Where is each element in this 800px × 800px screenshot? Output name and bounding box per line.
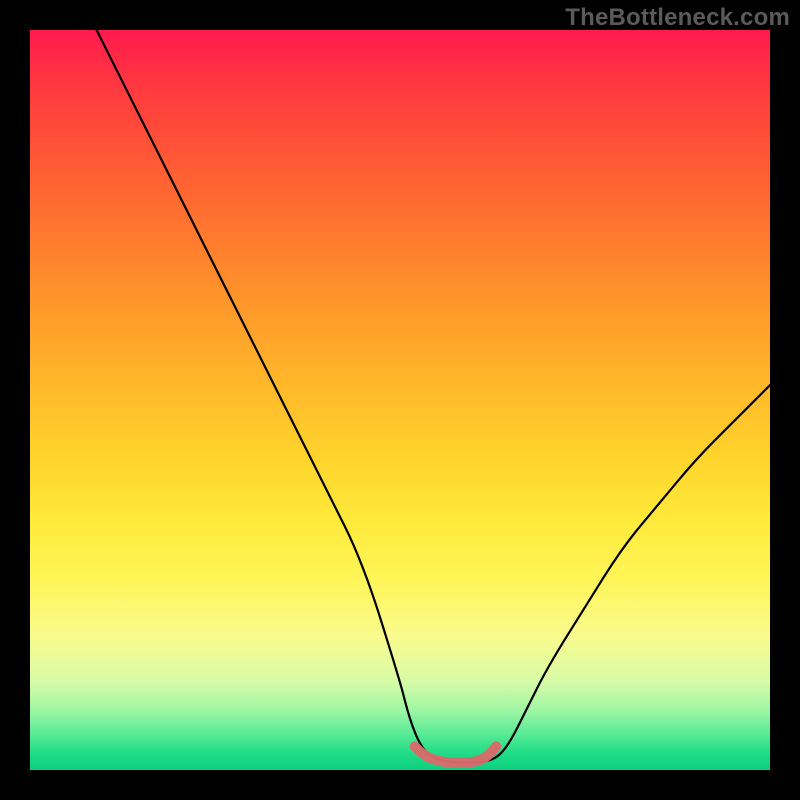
curve-svg: [30, 30, 770, 770]
bottleneck-curve-path: [97, 30, 770, 763]
optimal-band-path: [415, 746, 496, 762]
chart-frame: TheBottleneck.com: [0, 0, 800, 800]
plot-area: [30, 30, 770, 770]
watermark-label: TheBottleneck.com: [565, 4, 790, 32]
